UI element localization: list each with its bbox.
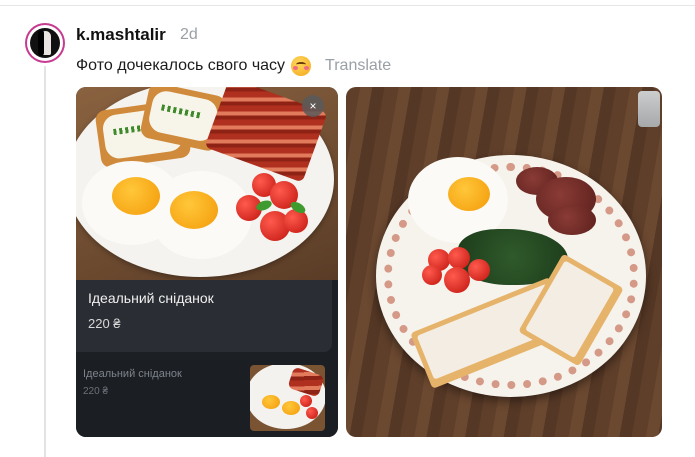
related-product-title: Ідеальний сніданок bbox=[83, 368, 182, 380]
caption-row: Фото дочекалось свого часу Translate bbox=[76, 55, 391, 77]
media-card-product[interactable]: × Ідеальний сніданок 220 ₴ Ідеальний сні… bbox=[76, 87, 338, 437]
related-product-row[interactable]: Ідеальний сніданок 220 ₴ bbox=[76, 359, 338, 437]
post-caption: Фото дочекалось свого часу bbox=[76, 57, 286, 74]
plate bbox=[376, 155, 646, 397]
breakfast-photo bbox=[76, 87, 338, 280]
product-title: Ідеальний сніданок bbox=[88, 290, 214, 306]
post-age: 2d bbox=[180, 26, 198, 43]
close-icon: × bbox=[309, 99, 317, 113]
related-product-thumbnail bbox=[250, 365, 325, 431]
product-panel[interactable]: Ідеальний сніданок 220 ₴ bbox=[76, 280, 332, 352]
glass bbox=[638, 91, 660, 127]
related-product-price: 220 ₴ bbox=[83, 386, 109, 397]
top-divider bbox=[0, 5, 695, 6]
avatar-image bbox=[30, 28, 60, 58]
thread-line bbox=[44, 66, 46, 457]
media-card-photo[interactable] bbox=[346, 87, 662, 437]
username[interactable]: k.mashtalir bbox=[76, 25, 166, 45]
close-button[interactable]: × bbox=[302, 95, 324, 117]
product-price: 220 ₴ bbox=[88, 316, 121, 331]
heart-eyes-emoji-icon bbox=[291, 56, 312, 76]
avatar[interactable] bbox=[27, 25, 63, 61]
translate-link[interactable]: Translate bbox=[325, 57, 391, 75]
